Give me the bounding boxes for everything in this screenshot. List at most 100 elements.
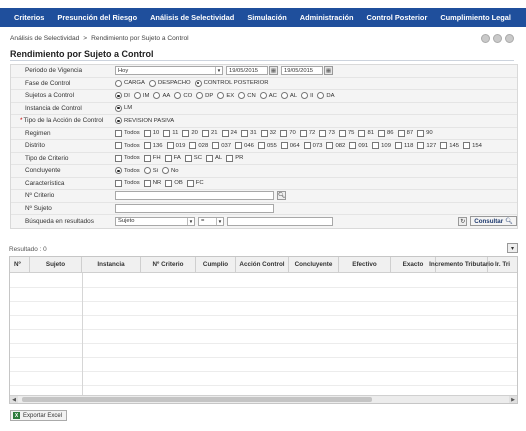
checkbox[interactable]: [115, 154, 122, 162]
radio-button[interactable]: [259, 92, 267, 100]
radio-button[interactable]: [115, 92, 122, 100]
checkbox[interactable]: [205, 154, 213, 162]
radio-button[interactable]: [115, 104, 122, 112]
column-header[interactable]: Concluyente: [289, 257, 339, 273]
regimen-option[interactable]: 81: [358, 129, 374, 137]
print-icon[interactable]: [493, 34, 502, 43]
radio-button[interactable]: [196, 92, 204, 100]
regimen-option[interactable]: 72: [299, 129, 315, 137]
regimen-option[interactable]: 32: [260, 129, 276, 137]
fase-option[interactable]: CARGA: [115, 79, 145, 87]
radio-button[interactable]: [301, 92, 309, 100]
checkbox[interactable]: [182, 129, 190, 137]
column-header[interactable]: Sujeto: [30, 257, 82, 273]
radio-button[interactable]: [115, 167, 122, 175]
instancia-option[interactable]: LM: [115, 104, 132, 112]
scroll-thumb[interactable]: [22, 397, 372, 402]
checkbox[interactable]: [440, 142, 448, 150]
sujetos-option[interactable]: II: [301, 92, 313, 100]
n-criterio-input[interactable]: [115, 191, 274, 201]
checkbox[interactable]: [372, 142, 380, 150]
tipo-criterio-option[interactable]: FA: [164, 154, 181, 162]
regimen-option[interactable]: 70: [280, 129, 296, 137]
regimen-option[interactable]: 75: [338, 129, 354, 137]
checkbox[interactable]: [417, 142, 425, 150]
radio-button[interactable]: [161, 167, 169, 175]
nav-item[interactable]: Control Posterior: [367, 13, 428, 22]
caracteristica-option[interactable]: FC: [186, 179, 204, 187]
n-sujeto-input[interactable]: [115, 203, 274, 213]
sujetos-option[interactable]: IM: [133, 92, 149, 100]
search-icon[interactable]: 🔍︎: [277, 191, 286, 201]
sujetos-option[interactable]: DP: [196, 92, 213, 100]
radio-button[interactable]: [174, 92, 182, 100]
checkbox[interactable]: [358, 129, 366, 137]
checkbox[interactable]: [235, 142, 243, 150]
sujetos-option[interactable]: EX: [217, 92, 234, 100]
tipo-accion-option[interactable]: REVISION PASIVA: [115, 117, 174, 125]
fase-option[interactable]: CONTROL POSTERIOR: [194, 79, 269, 87]
nav-item[interactable]: Cumplimiento Legal: [440, 13, 511, 22]
column-header[interactable]: Nº: [10, 257, 30, 273]
consultar-button[interactable]: Consultar 🔍︎: [470, 216, 517, 227]
sujetos-option[interactable]: DA: [317, 92, 335, 100]
scroll-right-icon[interactable]: ▶: [509, 396, 517, 403]
sujetos-option[interactable]: CO: [174, 92, 192, 100]
column-header[interactable]: Nº Criterio: [141, 257, 196, 273]
radio-button[interactable]: [317, 92, 325, 100]
distrito-option[interactable]: 145: [440, 142, 459, 150]
regimen-option[interactable]: 20: [182, 129, 198, 137]
periodo-select[interactable]: Hoy ▼: [115, 66, 223, 76]
checkbox[interactable]: [280, 129, 288, 137]
checkbox[interactable]: [303, 142, 311, 150]
refresh-icon[interactable]: ↻: [458, 216, 468, 226]
export-excel-button[interactable]: X Exportar Excel: [10, 410, 68, 421]
checkbox[interactable]: [226, 154, 234, 162]
distrito-option[interactable]: 109: [372, 142, 391, 150]
checkbox[interactable]: [417, 129, 425, 137]
nav-item[interactable]: Criterios: [14, 13, 44, 22]
column-header[interactable]: Cumplio: [196, 257, 236, 273]
checkbox[interactable]: [115, 179, 122, 187]
distrito-option[interactable]: 046: [235, 142, 254, 150]
radio-button[interactable]: [148, 79, 156, 87]
distrito-option[interactable]: Todos: [115, 142, 140, 150]
distrito-option[interactable]: 073: [303, 142, 322, 150]
regimen-option[interactable]: 87: [397, 129, 413, 137]
sujetos-option[interactable]: DI: [115, 92, 130, 100]
sujetos-option[interactable]: CN: [238, 92, 256, 100]
checkbox[interactable]: [463, 142, 471, 150]
date-to-input[interactable]: 19/05/2015: [281, 66, 323, 76]
caracteristica-option[interactable]: Todos: [115, 179, 140, 187]
checkbox[interactable]: [221, 129, 229, 137]
checkbox[interactable]: [115, 142, 122, 150]
breadcrumb-item[interactable]: Análisis de Selectividad: [10, 35, 79, 42]
distrito-option[interactable]: 154: [463, 142, 482, 150]
regimen-option[interactable]: 11: [163, 129, 178, 137]
regimen-option[interactable]: 73: [319, 129, 335, 137]
tipo-criterio-option[interactable]: PR: [226, 154, 243, 162]
checkbox[interactable]: [319, 129, 327, 137]
column-header[interactable]: Acción Control: [236, 257, 289, 273]
caracteristica-option[interactable]: NR: [143, 179, 161, 187]
back-icon[interactable]: [481, 34, 490, 43]
tipo-criterio-option[interactable]: SC: [184, 154, 202, 162]
checkbox[interactable]: [166, 142, 174, 150]
column-header[interactable]: Instancia: [82, 257, 141, 273]
sujetos-option[interactable]: AC: [259, 92, 277, 100]
checkbox[interactable]: [163, 129, 171, 137]
tipo-criterio-option[interactable]: Todos: [115, 154, 140, 162]
checkbox[interactable]: [189, 142, 197, 150]
checkbox[interactable]: [184, 154, 192, 162]
busqueda-value-input[interactable]: [227, 216, 333, 226]
nav-item[interactable]: Simulación: [247, 13, 286, 22]
checkbox[interactable]: [397, 129, 405, 137]
checkbox[interactable]: [326, 142, 334, 150]
distrito-option[interactable]: 136: [143, 142, 163, 150]
checkbox[interactable]: [186, 179, 194, 187]
concluyente-option[interactable]: Todos: [115, 167, 140, 175]
radio-button[interactable]: [280, 92, 288, 100]
checkbox[interactable]: [143, 129, 151, 137]
radio-button[interactable]: [143, 167, 151, 175]
column-header[interactable]: Ir. Tri: [488, 257, 517, 273]
